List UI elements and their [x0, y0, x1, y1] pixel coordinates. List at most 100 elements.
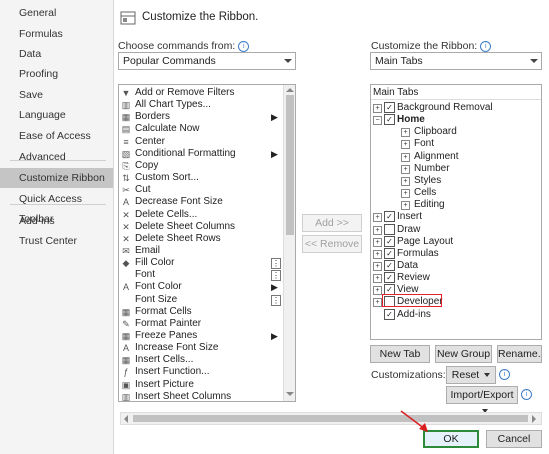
- checkbox[interactable]: [384, 223, 395, 235]
- reset-button[interactable]: Reset: [446, 366, 496, 384]
- command-item[interactable]: ✎ Format Painter: [119, 318, 281, 330]
- checkbox[interactable]: ✓: [384, 211, 395, 223]
- nav-item-trust-center[interactable]: Trust Center: [0, 231, 113, 251]
- expand-icon[interactable]: +: [373, 225, 382, 235]
- remove-button[interactable]: << Remove: [302, 235, 362, 253]
- ribbon-tab-formulas[interactable]: + ✓ Formulas: [371, 247, 541, 260]
- nav-item-language[interactable]: Language: [0, 105, 113, 125]
- command-item[interactable]: ▧ Conditional Formatting ▶: [119, 148, 281, 160]
- command-item[interactable]: ▤ Calculate Now: [119, 123, 281, 135]
- nav-item-proofing[interactable]: Proofing: [0, 64, 113, 84]
- expand-icon[interactable]: +: [401, 176, 410, 186]
- expand-icon[interactable]: +: [401, 140, 410, 150]
- nav-item-general[interactable]: General: [0, 3, 113, 23]
- command-item[interactable]: ▥ All Chart Types...: [119, 99, 281, 111]
- command-item[interactable]: A Font Color ▶: [119, 281, 281, 293]
- scroll-left-icon[interactable]: [124, 415, 128, 423]
- checkbox[interactable]: ✓: [384, 308, 395, 320]
- checkbox[interactable]: ✓: [384, 102, 395, 113]
- horizontal-scrollbar[interactable]: [120, 412, 542, 425]
- checkbox[interactable]: ✓: [384, 114, 395, 126]
- command-item[interactable]: ✂ Cut: [119, 184, 281, 196]
- commands-list[interactable]: ▼ Add or Remove Filters ▥ All Chart Types..…: [118, 84, 296, 402]
- command-item[interactable]: ▼ Add or Remove Filters: [119, 87, 281, 99]
- command-item[interactable]: ▦ Format Cells: [119, 306, 281, 318]
- expand-icon[interactable]: +: [373, 249, 382, 259]
- command-item[interactable]: ✕ Delete Sheet Columns: [119, 221, 281, 233]
- ribbon-tab-insert[interactable]: + ✓ Insert: [371, 211, 541, 223]
- ribbon-tab-cells[interactable]: + Cells: [371, 187, 541, 199]
- ribbon-tab-data[interactable]: + ✓ Data: [371, 259, 541, 272]
- command-item[interactable]: ⇅ Custom Sort...: [119, 172, 281, 184]
- command-item[interactable]: ▥ Insert Sheet Columns: [119, 391, 281, 401]
- nav-item-advanced[interactable]: Advanced: [0, 147, 113, 167]
- add-button[interactable]: Add >>: [302, 214, 362, 232]
- ribbon-tab-clipboard[interactable]: + Clipboard: [371, 126, 541, 138]
- command-item[interactable]: ⎘ Copy: [119, 160, 281, 172]
- scroll-up-icon[interactable]: [286, 88, 294, 92]
- new-tab-button[interactable]: New Tab: [370, 345, 430, 363]
- ribbon-tab-add-ins[interactable]: ✓ Add-ins: [371, 308, 541, 321]
- expand-icon[interactable]: +: [373, 261, 382, 271]
- expand-icon[interactable]: +: [373, 237, 382, 247]
- expand-icon[interactable]: +: [401, 201, 410, 211]
- ribbon-tab-background-removal[interactable]: + ✓ Background Removal: [371, 102, 541, 114]
- expand-icon[interactable]: +: [373, 286, 382, 296]
- ribbon-tab-styles[interactable]: + Styles: [371, 175, 541, 187]
- command-item[interactable]: ▦ Insert Cells...: [119, 354, 281, 366]
- commands-scrollbar[interactable]: [283, 85, 295, 401]
- checkbox[interactable]: ✓: [384, 272, 395, 284]
- command-item[interactable]: Font ⋮: [119, 269, 281, 282]
- nav-item-quick-access-toolbar[interactable]: Quick Access Toolbar: [0, 189, 113, 225]
- expand-icon[interactable]: +: [401, 164, 410, 174]
- command-item[interactable]: ƒ Insert Function...: [119, 366, 281, 378]
- expand-icon[interactable]: +: [401, 189, 410, 199]
- ribbon-tab-home[interactable]: − ✓ Home: [371, 114, 541, 126]
- expand-icon[interactable]: +: [373, 298, 382, 308]
- command-item[interactable]: ◆ Fill Color ⋮: [119, 257, 281, 270]
- collapse-icon[interactable]: −: [373, 116, 382, 126]
- ribbon-tabs-tree[interactable]: Main Tabs + ✓ Background Removal − ✓ Home + Cli…: [370, 84, 542, 340]
- new-group-button[interactable]: New Group: [435, 345, 492, 363]
- command-item[interactable]: ▦ Borders ▶: [119, 111, 281, 123]
- command-item[interactable]: ✕ Delete Cells...: [119, 209, 281, 221]
- cancel-button[interactable]: Cancel: [486, 430, 542, 448]
- rename-button[interactable]: Rename...: [497, 345, 542, 363]
- ribbon-tab-page-layout[interactable]: + ✓ Page Layout: [371, 235, 541, 248]
- command-item[interactable]: ▣ Insert Picture: [119, 379, 281, 391]
- nav-item-save[interactable]: Save: [0, 85, 113, 105]
- command-item[interactable]: ▦ Freeze Panes ▶: [119, 330, 281, 342]
- checkbox[interactable]: ✓: [384, 259, 395, 271]
- ribbon-tab-font[interactable]: + Font: [371, 138, 541, 150]
- expand-icon[interactable]: +: [373, 213, 382, 223]
- nav-item-customize-ribbon[interactable]: Customize Ribbon: [0, 168, 113, 188]
- import-export-button[interactable]: Import/Export: [446, 386, 518, 414]
- scroll-down-icon[interactable]: [286, 392, 294, 396]
- choose-commands-select[interactable]: Popular Commands: [118, 52, 296, 70]
- ribbon-tab-number[interactable]: + Number: [371, 163, 541, 175]
- horizontal-scroll-thumb[interactable]: [133, 415, 528, 422]
- customize-ribbon-select[interactable]: Main Tabs: [370, 52, 542, 70]
- command-item[interactable]: A Increase Font Size: [119, 342, 281, 354]
- command-item[interactable]: ≡ Center: [119, 136, 281, 148]
- expand-icon[interactable]: +: [373, 274, 382, 284]
- nav-item-add-ins[interactable]: Add-ins: [0, 211, 113, 231]
- ribbon-tab-review[interactable]: + ✓ Review: [371, 272, 541, 284]
- expand-icon[interactable]: +: [401, 152, 410, 162]
- ribbon-tab-draw[interactable]: + Draw: [371, 223, 541, 236]
- checkbox[interactable]: ✓: [384, 247, 395, 259]
- command-item[interactable]: ✕ Delete Sheet Rows: [119, 233, 281, 245]
- nav-item-formulas[interactable]: Formulas: [0, 24, 113, 44]
- command-item[interactable]: ✉ Email: [119, 245, 281, 257]
- command-item[interactable]: A Decrease Font Size: [119, 196, 281, 208]
- scroll-thumb[interactable]: [286, 95, 294, 235]
- checkbox[interactable]: ✓: [384, 235, 395, 247]
- command-item[interactable]: Font Size ⋮: [119, 294, 281, 306]
- scroll-right-icon[interactable]: [532, 415, 536, 423]
- ribbon-tab-alignment[interactable]: + Alignment: [371, 151, 541, 163]
- expand-icon[interactable]: +: [401, 128, 410, 138]
- expand-icon[interactable]: +: [373, 104, 382, 113]
- ribbon-tab-editing[interactable]: + Editing: [371, 199, 541, 211]
- nav-item-data[interactable]: Data: [0, 44, 113, 64]
- nav-item-ease-of-access[interactable]: Ease of Access: [0, 126, 113, 146]
